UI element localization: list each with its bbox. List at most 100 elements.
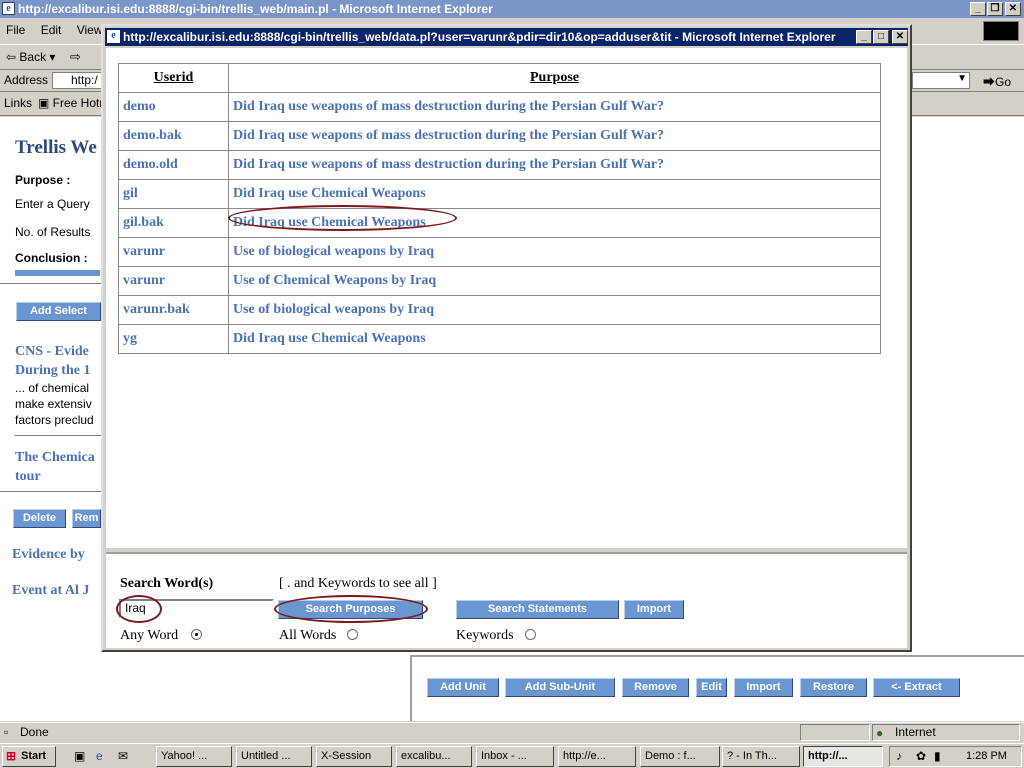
minimize-button[interactable]: _	[970, 2, 986, 16]
table-row: demo.old Did Iraq use weapons of mass des…	[118, 150, 881, 180]
status-panels	[800, 724, 870, 741]
extract-button[interactable]: <- Extract	[873, 678, 960, 697]
all-words-radio[interactable]	[347, 629, 358, 640]
any-word-label: Any Word	[120, 628, 179, 643]
taskbar-item-inbox[interactable]: Inbox - ...	[476, 746, 554, 767]
address-input[interactable]: http:/	[52, 72, 102, 89]
system-tray: ♪ ✿ ▮ 1:28 PM	[889, 746, 1022, 767]
main-window-title-bar: e http://excalibur.isi.edu:8888/cgi-bin/…	[0, 0, 1024, 18]
windows-flag-icon: ⊞	[6, 749, 17, 763]
status-text: Done	[20, 725, 49, 739]
import-button[interactable]: Import	[734, 678, 793, 697]
menu-edit[interactable]: Edit	[35, 20, 68, 40]
table-row: demo.bak Did Iraq use weapons of mass des…	[118, 121, 881, 151]
purpose-link[interactable]: Did Iraq use weapons of mass destruction…	[228, 92, 881, 122]
keywords-label: Keywords	[456, 628, 514, 643]
search-statements-button[interactable]: Search Statements	[456, 600, 619, 619]
taskbar-item-excalibur[interactable]: excalibu...	[396, 746, 472, 767]
table-row: varunr Use of Chemical Weapons by Iraq	[118, 266, 881, 296]
col-userid-header: Userid	[118, 63, 229, 93]
result1-snippet: ... of chemical	[15, 381, 90, 395]
ie-quicklaunch-icon[interactable]: e	[96, 749, 103, 763]
taskbar-item-demo[interactable]: Demo : f...	[640, 746, 720, 767]
volume-icon[interactable]: ♪	[896, 749, 902, 763]
purpose-link[interactable]: Did Iraq use weapons of mass destruction…	[228, 121, 881, 151]
popup-title: http://excalibur.isi.edu:8888/cgi-bin/tr…	[123, 30, 836, 44]
show-desktop-icon[interactable]: ▣	[74, 749, 85, 763]
userid-cell[interactable]: demo	[118, 92, 229, 122]
edit-button[interactable]: Edit	[696, 678, 727, 697]
purpose-link[interactable]: Use of Chemical Weapons by Iraq	[228, 266, 881, 296]
taskbar-item-xsession[interactable]: X-Session	[316, 746, 392, 767]
userid-cell[interactable]: demo.old	[118, 150, 229, 180]
result2-title[interactable]: The Chemica	[15, 450, 95, 466]
links-label: Links	[4, 96, 33, 110]
start-label: Start	[21, 750, 47, 762]
result1-title-line2[interactable]: During the 1	[15, 363, 90, 379]
remove-button-partial[interactable]: Rem	[72, 509, 101, 528]
tray-icon-2[interactable]: ▮	[934, 749, 941, 763]
popup-search-panel: Search Word(s) [ . and Keywords to see a…	[106, 552, 907, 648]
divider-2	[0, 491, 101, 492]
popup-maximize-button[interactable]: □	[873, 30, 889, 44]
menu-file[interactable]: File	[0, 20, 31, 40]
start-button[interactable]: ⊞ Start	[2, 746, 56, 767]
import-button[interactable]: Import	[624, 600, 684, 619]
purpose-link[interactable]: Use of biological weapons by Iraq	[228, 295, 881, 325]
back-label: Back	[19, 50, 47, 64]
purpose-link[interactable]: Use of biological weapons by Iraq	[228, 237, 881, 267]
result1-snippet-line3: factors preclud	[15, 413, 94, 427]
popup-title-bar: e http://excalibur.isi.edu:8888/cgi-bin/…	[105, 28, 908, 46]
back-button[interactable]: ⇦ Back ▾	[6, 50, 55, 64]
result1-title[interactable]: CNS - Evide	[15, 344, 89, 360]
maximize-button[interactable]: ❐	[987, 2, 1003, 16]
annotation-oval	[228, 205, 457, 231]
address-dropdown[interactable]: ▼	[912, 72, 970, 89]
delete-button[interactable]: Delete	[13, 509, 66, 528]
go-button[interactable]: ⮕Go	[983, 73, 1011, 90]
page-title: Trellis We	[15, 137, 97, 158]
add-unit-button[interactable]: Add Unit	[427, 678, 499, 697]
taskbar-item-untitled[interactable]: Untitled ...	[236, 746, 312, 767]
forward-button[interactable]: ⇨	[70, 49, 81, 65]
purpose-link[interactable]: Did Iraq use Chemical Weapons	[228, 324, 881, 354]
close-button[interactable]: ✕	[1005, 2, 1021, 16]
any-word-radio[interactable]	[191, 629, 202, 640]
userid-cell[interactable]: varunr	[118, 266, 229, 296]
search-words-label: Search Word(s)	[120, 576, 214, 591]
outlook-quicklaunch-icon[interactable]: ✉	[118, 749, 128, 763]
userid-cell[interactable]: yg	[118, 324, 229, 354]
keywords-radio[interactable]	[525, 629, 536, 640]
userid-cell[interactable]: varunr.bak	[118, 295, 229, 325]
all-words-label: All Words	[279, 628, 337, 643]
restore-button[interactable]: Restore	[800, 678, 867, 697]
taskbar-item-yahoo[interactable]: Yahoo! ...	[156, 746, 232, 767]
ie-icon: e	[107, 30, 120, 43]
result2-title-line2[interactable]: tour	[15, 469, 41, 485]
result1-snippet-line2: make extensiv	[15, 397, 92, 411]
userid-cell[interactable]: gil	[118, 179, 229, 209]
status-bar: ▫ Done Internet ●	[0, 722, 1024, 742]
tray-icon[interactable]: ✿	[916, 749, 926, 763]
table-row: yg Did Iraq use Chemical Weapons	[118, 324, 881, 354]
links-item[interactable]: ▣ Free Hotm	[38, 96, 109, 110]
taskbar-item-in-the[interactable]: ? - In Th...	[722, 746, 800, 767]
popup-minimize-button[interactable]: _	[856, 30, 872, 44]
userid-cell[interactable]: varunr	[118, 237, 229, 267]
add-sub-unit-button[interactable]: Add Sub-Unit	[505, 678, 615, 697]
taskbar-item-http-e[interactable]: http://e...	[558, 746, 636, 767]
userid-cell[interactable]: demo.bak	[118, 121, 229, 151]
purpose-link[interactable]: Did Iraq use weapons of mass destruction…	[228, 150, 881, 180]
conclusion-buttons-strip	[15, 270, 100, 276]
taskbar-item-http-active[interactable]: http://...	[803, 746, 883, 767]
evidence-by-link[interactable]: Evidence by	[12, 547, 85, 563]
add-selected-button[interactable]: Add Select	[16, 302, 101, 321]
remove-button[interactable]: Remove	[622, 678, 689, 697]
userid-cell[interactable]: gil.bak	[118, 208, 229, 238]
event-at-link[interactable]: Event at Al J	[12, 583, 89, 599]
search-hint: [ . and Keywords to see all ]	[279, 576, 437, 591]
purpose-label: Purpose :	[15, 173, 71, 187]
enter-query-label: Enter a Query	[15, 197, 90, 211]
popup-close-button[interactable]: ✕	[892, 30, 908, 44]
main-window-title: http://excalibur.isi.edu:8888/cgi-bin/tr…	[18, 2, 493, 16]
